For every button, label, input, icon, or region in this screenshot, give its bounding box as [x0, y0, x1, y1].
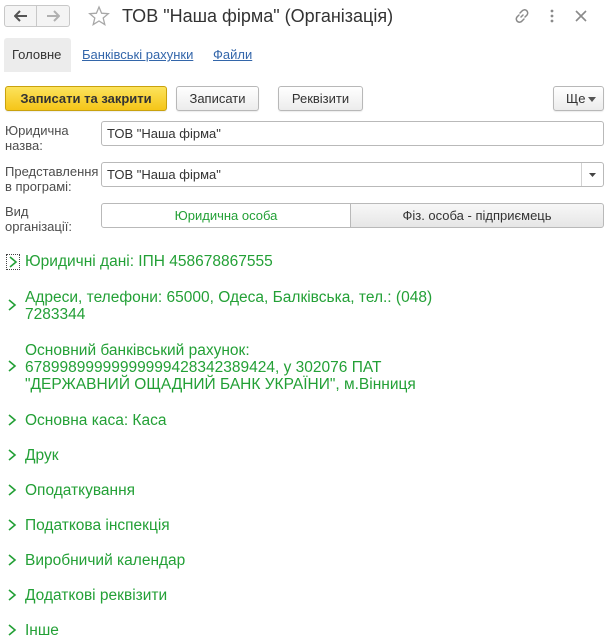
display-name-input[interactable]: ТОВ "Наша фірма" [101, 162, 604, 187]
forward-arrow-icon [47, 10, 60, 22]
chevron-right-icon [6, 448, 20, 464]
chevron-right-icon [6, 623, 20, 639]
group-bank-account-line-3: "ДЕРЖАВНИЙ ОЩАДНИЙ БАНК УКРАЇНИ", м.Вінн… [25, 376, 416, 393]
legal-name-label: Юридична назва: [5, 123, 69, 153]
display-name-label-line-1: Представлення [5, 164, 99, 179]
group-cash-label: Основна каса: Каса [25, 412, 167, 429]
save-and-close-button[interactable]: Записати та закрити [5, 86, 167, 111]
group-bank-account-line-2: 67899899999999999428342389424, у 302076 … [25, 359, 382, 376]
title-bar: ТОВ "Наша фірма" (Організація) [0, 0, 609, 34]
more-button[interactable]: Ще [553, 86, 604, 111]
org-type-label-line-1: Вид [5, 204, 29, 219]
group-addresses-line-2: 7283344 [25, 306, 86, 323]
chevron-right-icon [6, 298, 20, 314]
chevron-right-icon [6, 254, 20, 270]
window-title: ТОВ "Наша фірма" (Організація) [122, 6, 394, 26]
legal-name-label-line-1: Юридична [5, 123, 69, 138]
requisites-button[interactable]: Реквізити [278, 86, 363, 111]
close-button[interactable] [572, 7, 590, 25]
chevron-right-icon [6, 413, 20, 429]
group-additional-requisites-label: Додаткові реквізити [25, 587, 168, 604]
chevron-right-icon [6, 359, 20, 375]
chevron-down-icon [588, 97, 596, 102]
favorite-button[interactable] [88, 5, 110, 27]
tab-files[interactable]: Файли [205, 38, 260, 72]
back-button[interactable] [4, 5, 37, 27]
star-icon [88, 5, 110, 26]
group-other-label: Інше [25, 622, 59, 639]
group-bank-account-line-1: Основний банківський рахунок: [25, 342, 250, 359]
legal-name-input[interactable]: ТОВ "Наша фірма" [101, 121, 604, 146]
back-arrow-icon [13, 10, 27, 22]
more-actions-button[interactable] [543, 7, 561, 25]
display-name-value: ТОВ "Наша фірма" [107, 167, 221, 182]
display-name-label-line-2: в програмі: [5, 179, 72, 194]
more-vertical-icon [550, 9, 554, 23]
org-type-switch: Юридична особа Фіз. особа - підприємець [101, 203, 604, 228]
org-type-legal-entity[interactable]: Юридична особа [101, 203, 351, 228]
link-button[interactable] [513, 7, 531, 25]
group-tax-inspection-label: Податкова інспекція [25, 517, 170, 534]
save-button[interactable]: Записати [176, 86, 259, 111]
tab-main[interactable]: Головне [4, 38, 71, 72]
chevron-right-icon [6, 553, 20, 569]
legal-name-label-line-2: назва: [5, 138, 43, 153]
group-legal-data-label: Юридичні дані: ІПН 458678867555 [25, 253, 273, 270]
display-name-label: Представлення в програмі: [5, 164, 98, 194]
group-production-calendar-label: Виробничий календар [25, 552, 186, 569]
chevron-right-icon [6, 588, 20, 604]
forward-button[interactable] [37, 5, 70, 27]
display-name-dropdown-button[interactable] [581, 163, 603, 186]
link-icon [515, 9, 529, 23]
org-type-label-line-2: організації: [5, 219, 72, 234]
chevron-right-icon [6, 518, 20, 534]
org-type-individual-entrepreneur[interactable]: Фіз. особа - підприємець [350, 203, 604, 228]
org-type-label: Вид організації: [5, 204, 72, 234]
close-icon [575, 10, 587, 22]
tab-bank-accounts[interactable]: Банківські рахунки [74, 38, 201, 72]
chevron-down-icon [589, 172, 596, 177]
group-taxation-label: Оподаткування [25, 482, 136, 499]
tab-bar: Головне Банківські рахунки Файли [0, 38, 609, 72]
group-addresses-line-1: Адреси, телефони: 65000, Одеса, Балківсь… [25, 289, 433, 306]
chevron-right-icon [6, 483, 20, 499]
group-print-label: Друк [25, 447, 59, 464]
more-button-label: Ще [566, 91, 586, 106]
